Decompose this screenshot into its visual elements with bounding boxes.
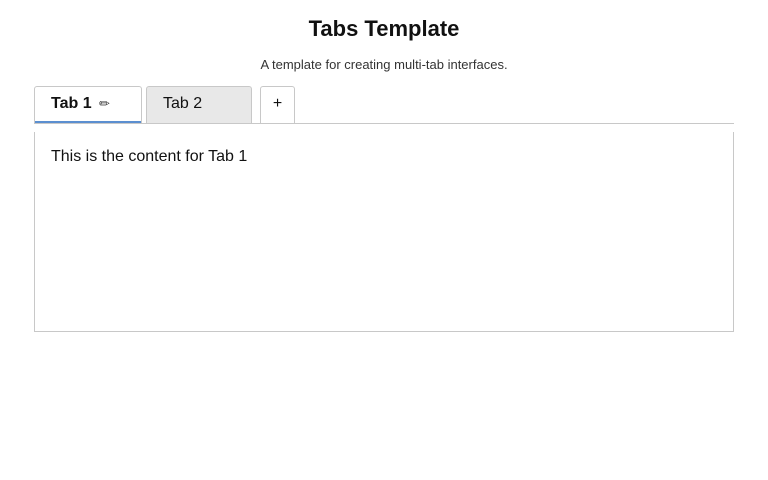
tab-content-text: This is the content for Tab 1 bbox=[51, 148, 248, 165]
tab-2[interactable]: Tab 2 bbox=[146, 86, 252, 123]
active-tab-indicator bbox=[35, 121, 141, 123]
tab-bar: Tab 1 ✏ Tab 2 + bbox=[34, 86, 734, 124]
page-subtitle: A template for creating multi-tab interf… bbox=[260, 57, 508, 72]
page-title: Tabs Template bbox=[308, 16, 460, 41]
add-tab-button[interactable]: + bbox=[260, 86, 295, 123]
tab-1[interactable]: Tab 1 ✏ bbox=[34, 86, 142, 123]
tab-1-label: Tab 1 bbox=[51, 95, 92, 112]
tab-2-label: Tab 2 bbox=[163, 95, 203, 112]
pencil-icon[interactable]: ✏ bbox=[99, 87, 110, 121]
tab-content-panel: This is the content for Tab 1 bbox=[34, 132, 734, 332]
